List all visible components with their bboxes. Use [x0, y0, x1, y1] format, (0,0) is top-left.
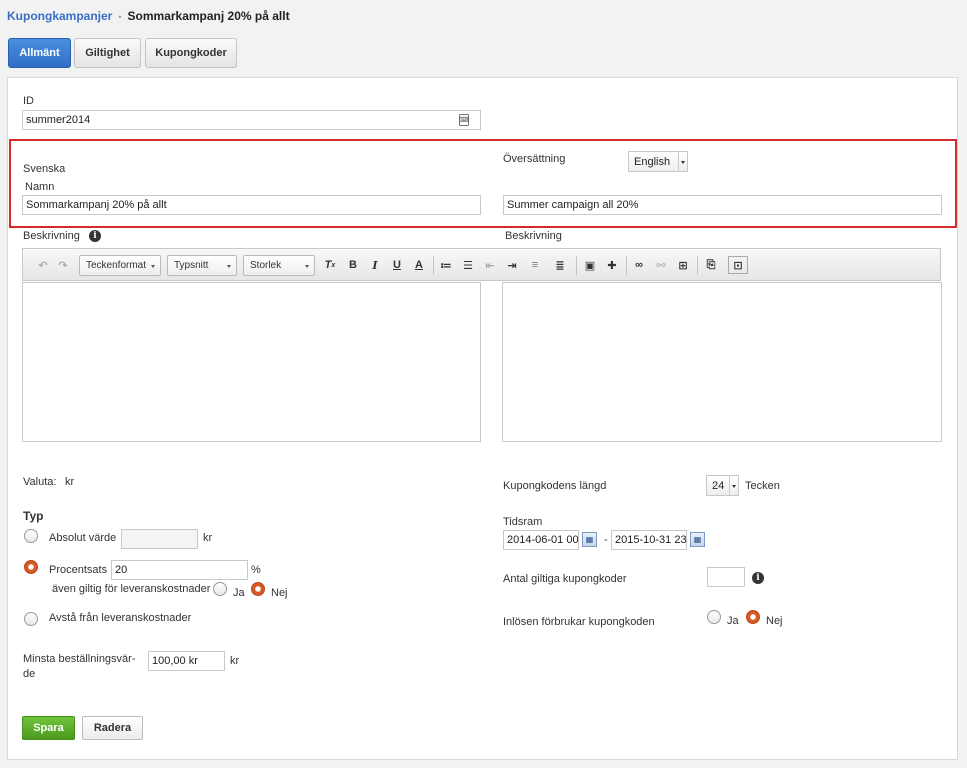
redo-icon[interactable]: ↷	[56, 258, 70, 272]
code-length-unit: Tecken	[745, 480, 780, 492]
language-primary-label: Svenska	[23, 163, 66, 175]
breadcrumb-separator: •	[118, 12, 122, 22]
redeem-no-radio[interactable]	[746, 610, 760, 624]
shipping-yes-label: Ja	[233, 587, 245, 599]
timeframe-dash: -	[604, 534, 608, 546]
absolute-value-unit: kr	[203, 532, 213, 544]
code-length-value: 24	[712, 479, 725, 492]
description-translation-label: Beskrivning	[505, 230, 562, 242]
currency-label: Valuta:	[23, 476, 57, 488]
undo-icon[interactable]: ↶	[36, 258, 50, 272]
info-icon[interactable]: i	[752, 572, 764, 584]
translation-label: Översättning	[503, 153, 566, 165]
redeem-yes-label: Ja	[727, 615, 739, 627]
bold-icon[interactable]: B	[346, 258, 360, 272]
save-button[interactable]: Spara	[22, 716, 75, 740]
shipping-no-radio[interactable]	[251, 582, 265, 596]
translation-language-select[interactable]: English	[628, 151, 688, 172]
chevron-down-icon	[729, 476, 738, 495]
valid-codes-input[interactable]	[707, 567, 745, 587]
line-height-icon[interactable]: ≣	[553, 258, 567, 272]
absolute-value-input[interactable]	[121, 529, 198, 549]
font-color-icon[interactable]: A	[412, 258, 426, 272]
percent-radio[interactable]	[24, 560, 38, 574]
percent-unit: %	[251, 564, 261, 576]
clear-format-icon[interactable]: Tx	[323, 258, 337, 272]
shipping-label: även giltig för leveranskostnader	[52, 583, 211, 595]
tab-giltighet[interactable]: Giltighet	[74, 38, 141, 68]
toolbar-separator	[626, 256, 627, 275]
fullscreen-icon[interactable]: ⊡	[728, 256, 748, 274]
id-value: summer2014	[26, 114, 91, 126]
percent-label: Procentsats	[49, 564, 108, 576]
underline-icon[interactable]: U	[390, 258, 404, 272]
redeem-label: Inlösen förbrukar kupongkoden	[503, 616, 655, 628]
italic-icon[interactable]: I	[368, 258, 382, 272]
delete-button[interactable]: Radera	[82, 716, 143, 740]
tab-kupongkoder[interactable]: Kupongkoder	[145, 38, 237, 68]
currency-value: kr	[65, 476, 75, 488]
calendar-icon[interactable]: ▦	[582, 532, 597, 547]
font-dropdown[interactable]: Typsnitt	[167, 255, 237, 276]
indent-icon[interactable]: ⇥	[505, 258, 519, 272]
breadcrumb-root-link[interactable]: Kupongkampanjer	[7, 9, 112, 23]
valid-codes-label: Antal giltiga kupongkoder	[503, 573, 627, 585]
name-translation-input[interactable]: Summer campaign all 20%	[503, 195, 942, 215]
code-length-label: Kupongkodens längd	[503, 480, 607, 492]
info-icon[interactable]: i	[89, 230, 101, 242]
free-shipping-radio[interactable]	[24, 612, 38, 626]
translation-language-value: English	[634, 155, 671, 168]
min-order-unit: kr	[230, 655, 240, 667]
description-label: Beskrivning	[23, 230, 80, 242]
redeem-no-label: Nej	[766, 615, 783, 627]
code-length-select[interactable]: 24	[706, 475, 739, 496]
id-label: ID	[23, 95, 34, 107]
timeframe-label: Tidsram	[503, 516, 543, 528]
unlink-icon[interactable]: ⚯	[654, 258, 668, 272]
min-order-input[interactable]: 100,00 kr	[148, 651, 225, 671]
description-editor[interactable]	[22, 282, 481, 442]
min-order-label-line1: Minsta beställningsvär-	[23, 653, 136, 665]
size-dropdown[interactable]: Storlek	[243, 255, 315, 276]
bullet-list-icon[interactable]: ☰	[461, 258, 475, 272]
chevron-down-icon	[678, 152, 687, 171]
name-label: Namn	[25, 181, 55, 193]
description-translation-editor[interactable]	[502, 282, 942, 442]
image-icon[interactable]: ▣	[583, 258, 597, 272]
editor-toolbar: ↶ ↷ Teckenformat Typsnitt Storlek Tx B I…	[22, 248, 941, 281]
absolute-value-radio[interactable]	[24, 529, 38, 543]
shipping-no-label: Nej	[271, 587, 288, 599]
outdent-icon[interactable]: ⇤	[483, 258, 497, 272]
align-icon[interactable]: ≡	[528, 258, 542, 272]
redeem-yes-radio[interactable]	[707, 610, 721, 624]
toolbar-separator	[433, 256, 434, 275]
shipping-yes-radio[interactable]	[213, 582, 227, 596]
breadcrumb-current: Sommarkampanj 20% på allt	[127, 9, 290, 23]
name-input[interactable]: Sommarkampanj 20% på allt	[22, 195, 481, 215]
plugin-icon[interactable]: ✚	[605, 258, 619, 272]
calendar-icon[interactable]: ▦	[690, 532, 705, 547]
toolbar-separator	[576, 256, 577, 275]
type-heading: Typ	[23, 509, 44, 523]
source-icon[interactable]: ⎘	[704, 258, 718, 272]
percent-input[interactable]: 20	[111, 560, 248, 580]
free-shipping-label: Avstå från leveranskostnader	[49, 612, 192, 624]
min-order-label-line2: de	[23, 668, 36, 680]
format-dropdown[interactable]: Teckenformat	[79, 255, 161, 276]
ordered-list-icon[interactable]: ≔	[439, 258, 453, 272]
link-icon[interactable]: ∞	[632, 258, 646, 272]
absolute-value-label: Absolut värde	[49, 532, 117, 544]
table-icon[interactable]: ⊞	[676, 258, 690, 272]
tab-allmant[interactable]: Allmänt	[8, 38, 71, 68]
keyboard-icon[interactable]: ⌨	[459, 114, 469, 126]
toolbar-separator	[697, 256, 698, 275]
breadcrumb: Kupongkampanjer • Sommarkampanj 20% på all…	[7, 9, 290, 23]
id-input[interactable]: summer2014 ⌨	[22, 110, 481, 130]
timeframe-from-input[interactable]: 2014-06-01 00	[503, 530, 579, 550]
timeframe-to-input[interactable]: 2015-10-31 23	[611, 530, 687, 550]
